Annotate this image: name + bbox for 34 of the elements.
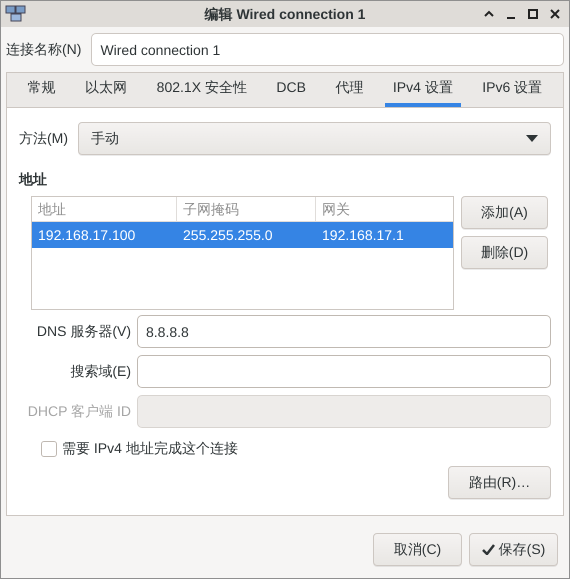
connection-name-label: 连接名称(N): [6, 40, 82, 59]
cancel-button[interactable]: 取消(C): [373, 533, 462, 566]
close-icon[interactable]: [549, 8, 561, 20]
section-heading: 地址: [19, 170, 48, 189]
tab[interactable]: 常规: [20, 72, 64, 107]
tab[interactable]: 802.1X 安全性: [148, 72, 255, 107]
table-cell-text: 255.255.255.0: [182, 226, 274, 244]
routes-button[interactable]: 路由(R)…: [448, 466, 551, 499]
maximize-icon[interactable]: [527, 8, 539, 20]
check-icon: [482, 544, 495, 555]
delete-button[interactable]: 删除(D): [461, 236, 548, 269]
table-cell-text: 192.168.17.100: [37, 226, 136, 244]
address-row[interactable]: 192.168.17.100 255.255.255.0 192.168.17.1: [32, 222, 453, 248]
checkbox-label: 需要 IPv4 地址完成这个连接: [62, 439, 238, 458]
tab[interactable]: 以太网: [77, 72, 136, 107]
field-label: DNS 服务器(V): [36, 322, 131, 341]
checkbox[interactable]: [41, 440, 57, 456]
save-button[interactable]: 保存(S): [469, 533, 558, 566]
method-label: 方法(M): [19, 129, 68, 148]
add-button[interactable]: 添加(A): [461, 196, 548, 229]
text-field[interactable]: 8.8.8.8: [137, 315, 551, 348]
field-label: DHCP 客户端 ID: [26, 402, 131, 421]
connection-name-field[interactable]: Wired connection 1: [91, 33, 564, 66]
tab[interactable]: 代理: [327, 72, 372, 107]
network-computer-icon: [5, 5, 27, 23]
tab[interactable]: DCB: [268, 72, 314, 107]
window-title: 编辑 Wired connection 1: [204, 4, 366, 24]
field-label: 搜索域(E): [69, 362, 131, 381]
text-field[interactable]: [137, 355, 551, 388]
method-dropdown[interactable]: 手动: [78, 122, 551, 155]
table-cell-text: 192.168.17.1: [321, 226, 405, 244]
dropdown-caret-icon: [526, 134, 538, 142]
tab[interactable]: IPv6 设置: [474, 72, 550, 107]
tab[interactable]: IPv4 设置: [384, 72, 461, 107]
